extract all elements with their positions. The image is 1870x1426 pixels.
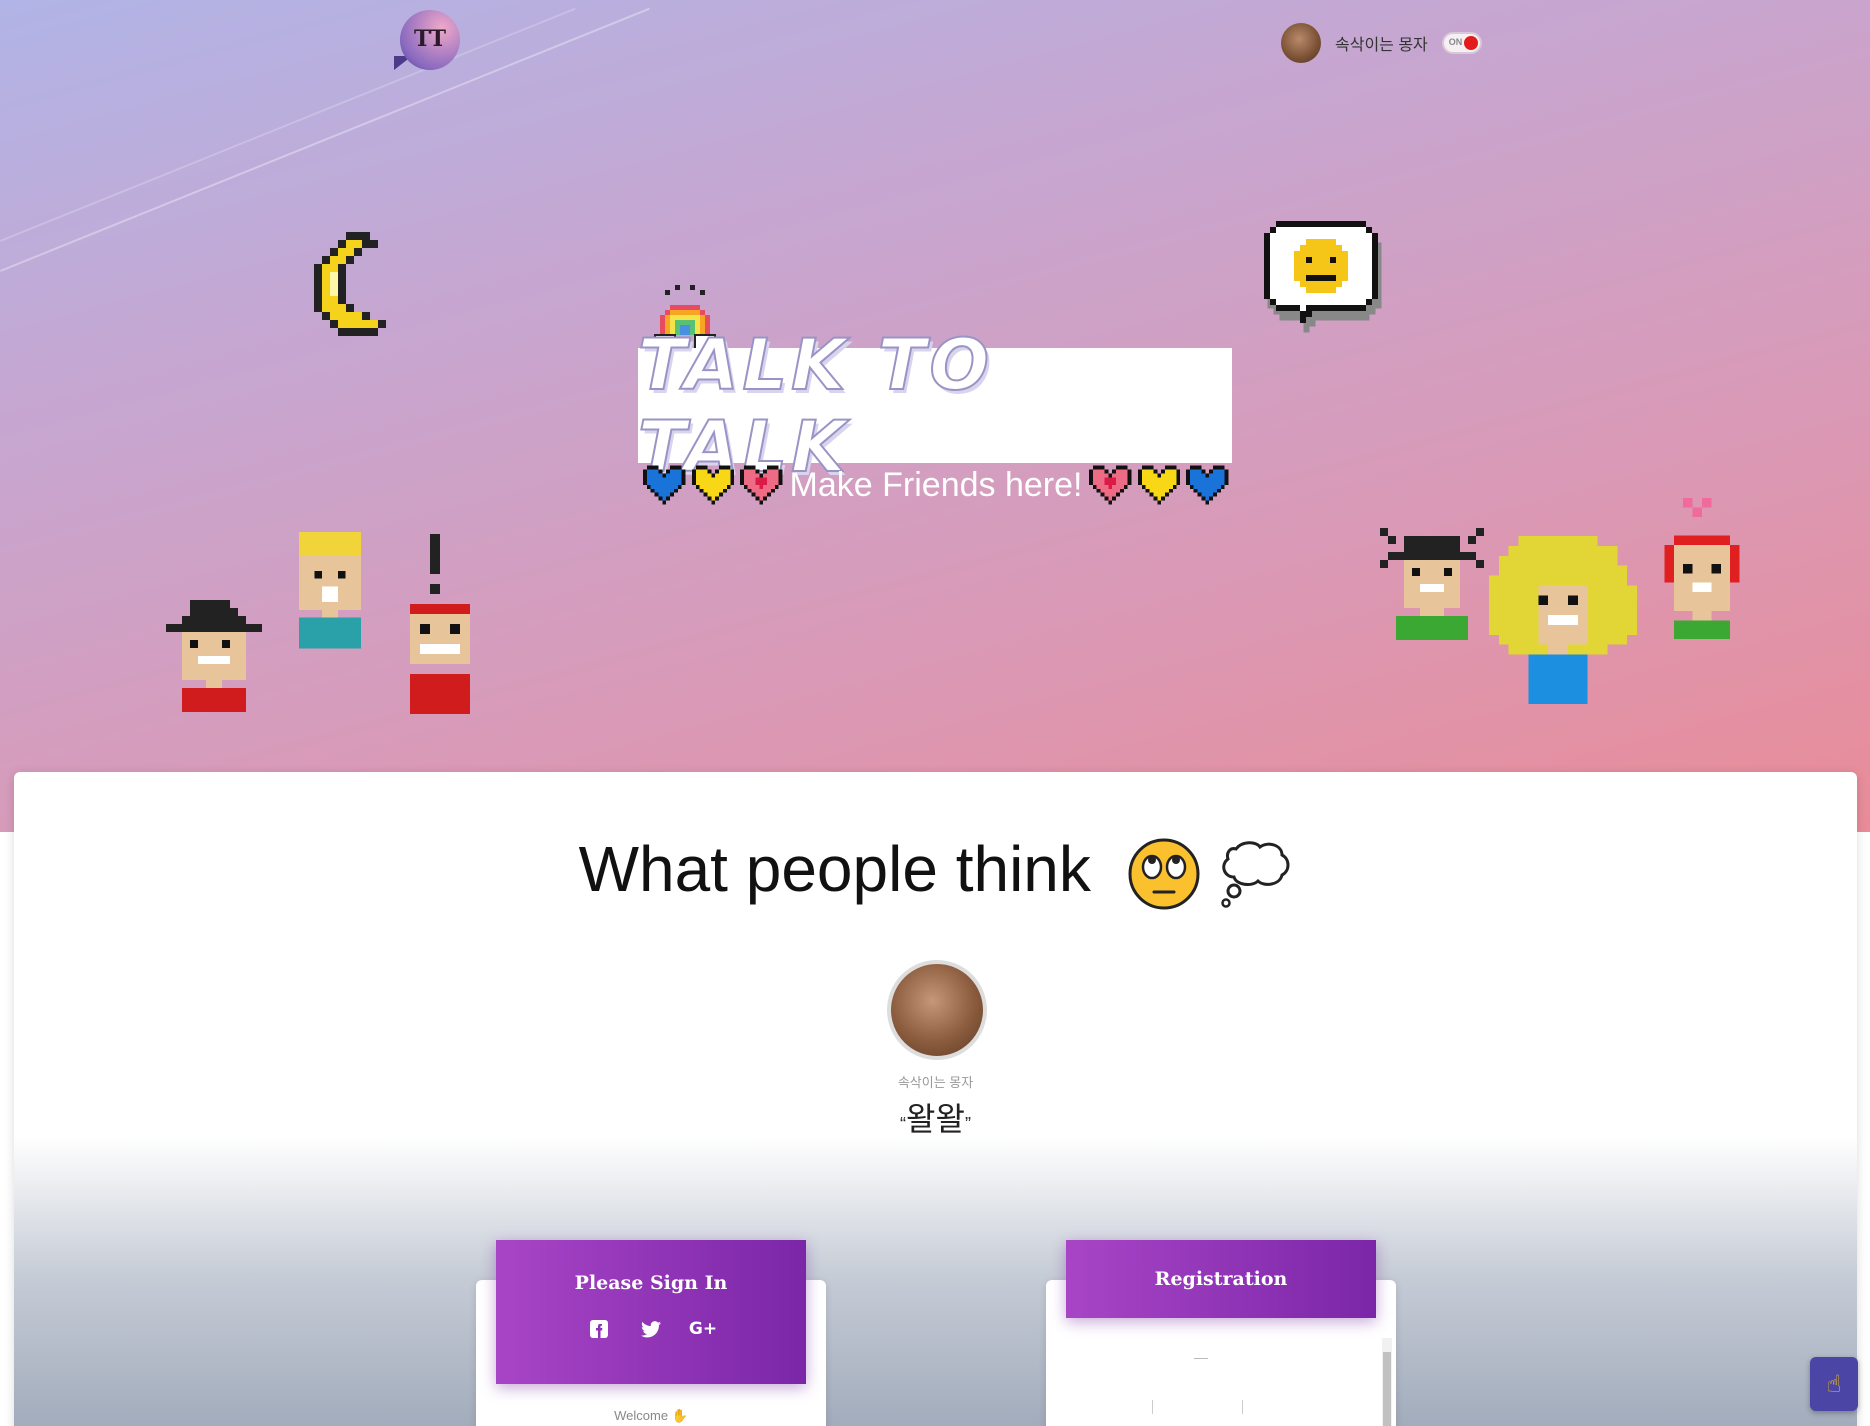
user-avatar[interactable] (1281, 23, 1321, 63)
twitter-icon[interactable] (640, 1318, 662, 1340)
moon-icon (314, 232, 386, 336)
hand-wave-icon: ✋ (671, 1408, 688, 1423)
logo[interactable]: TT (394, 10, 460, 72)
registration-field-line (1194, 1358, 1208, 1359)
red-heart-icon (740, 465, 783, 505)
yellow-heart-icon (1137, 465, 1181, 505)
pixel-character-spiky (1380, 528, 1484, 640)
testimonial-quote: “왈왈” (14, 1094, 1857, 1140)
yellow-heart-icon (691, 465, 735, 505)
toggle-knob (1463, 36, 1478, 50)
thought-bubble-icon (1221, 841, 1290, 908)
user-name[interactable]: 속삭이는 몽자 (1335, 31, 1428, 55)
registration-field-divider (1242, 1400, 1243, 1414)
pixel-character-afro (1488, 536, 1638, 704)
welcome-text: Welcome (614, 1408, 669, 1423)
toggle-label: ON (1448, 37, 1463, 47)
testimonial-heading: What people think (14, 832, 1857, 911)
user-menu[interactable]: 속삭이는 몽자 ON (1281, 23, 1482, 63)
hero-banner: TT 속삭이는 몽자 ON TALK TO TALK Make Friends … (0, 0, 1870, 832)
testimonial-quote-text: 왈왈 (906, 1101, 965, 1137)
status-toggle[interactable]: ON (1441, 32, 1482, 54)
scrollbar-thumb[interactable] (1383, 1352, 1391, 1426)
pointing-hand-icon: ☝ (1826, 1370, 1842, 1398)
logo-text: TT (414, 26, 446, 52)
registration-header: Registration (1066, 1240, 1376, 1318)
testimonial-author: 속삭이는 몽자 (897, 1075, 974, 1090)
pixel-character-hat (166, 600, 262, 712)
floating-action-button[interactable]: ☝ (1810, 1357, 1858, 1411)
pixel-character-headband (410, 534, 470, 714)
tagline-text: Make Friends here! (789, 465, 1083, 504)
background-streak (0, 7, 576, 242)
pixel-character-blond (298, 532, 362, 649)
close-quote-mark: ” (964, 1114, 971, 1134)
registration-title: Registration (1154, 1268, 1288, 1290)
signin-welcome: Welcome ✋ (476, 1408, 826, 1424)
registration-scrollbar[interactable] (1382, 1338, 1392, 1426)
google-plus-icon[interactable]: G+ (689, 1318, 717, 1340)
smiley-speech-bubble-icon (1264, 221, 1382, 333)
signin-title: Please Sign In (574, 1272, 728, 1294)
eye-roll-emoji-icon (1128, 838, 1200, 910)
blue-heart-icon (643, 465, 686, 505)
pixel-character-redhead (1664, 498, 1740, 640)
testimonial-heading-text: What people think (578, 833, 1091, 905)
signin-header: Please Sign In G+ (496, 1240, 806, 1384)
facebook-icon[interactable] (588, 1318, 610, 1340)
red-heart-icon (1089, 465, 1132, 505)
hero-title-box: TALK TO TALK (637, 323, 1232, 489)
content-card: What people think 속삭이는 몽자 “왈왈” Welcome ✋… (14, 772, 1857, 1426)
hero-tagline: Make Friends here! (640, 463, 1232, 507)
social-login-buttons: G+ (496, 1318, 806, 1340)
testimonial-avatar (887, 960, 987, 1060)
blue-heart-icon (1186, 465, 1229, 505)
registration-field-divider (1152, 1400, 1153, 1414)
